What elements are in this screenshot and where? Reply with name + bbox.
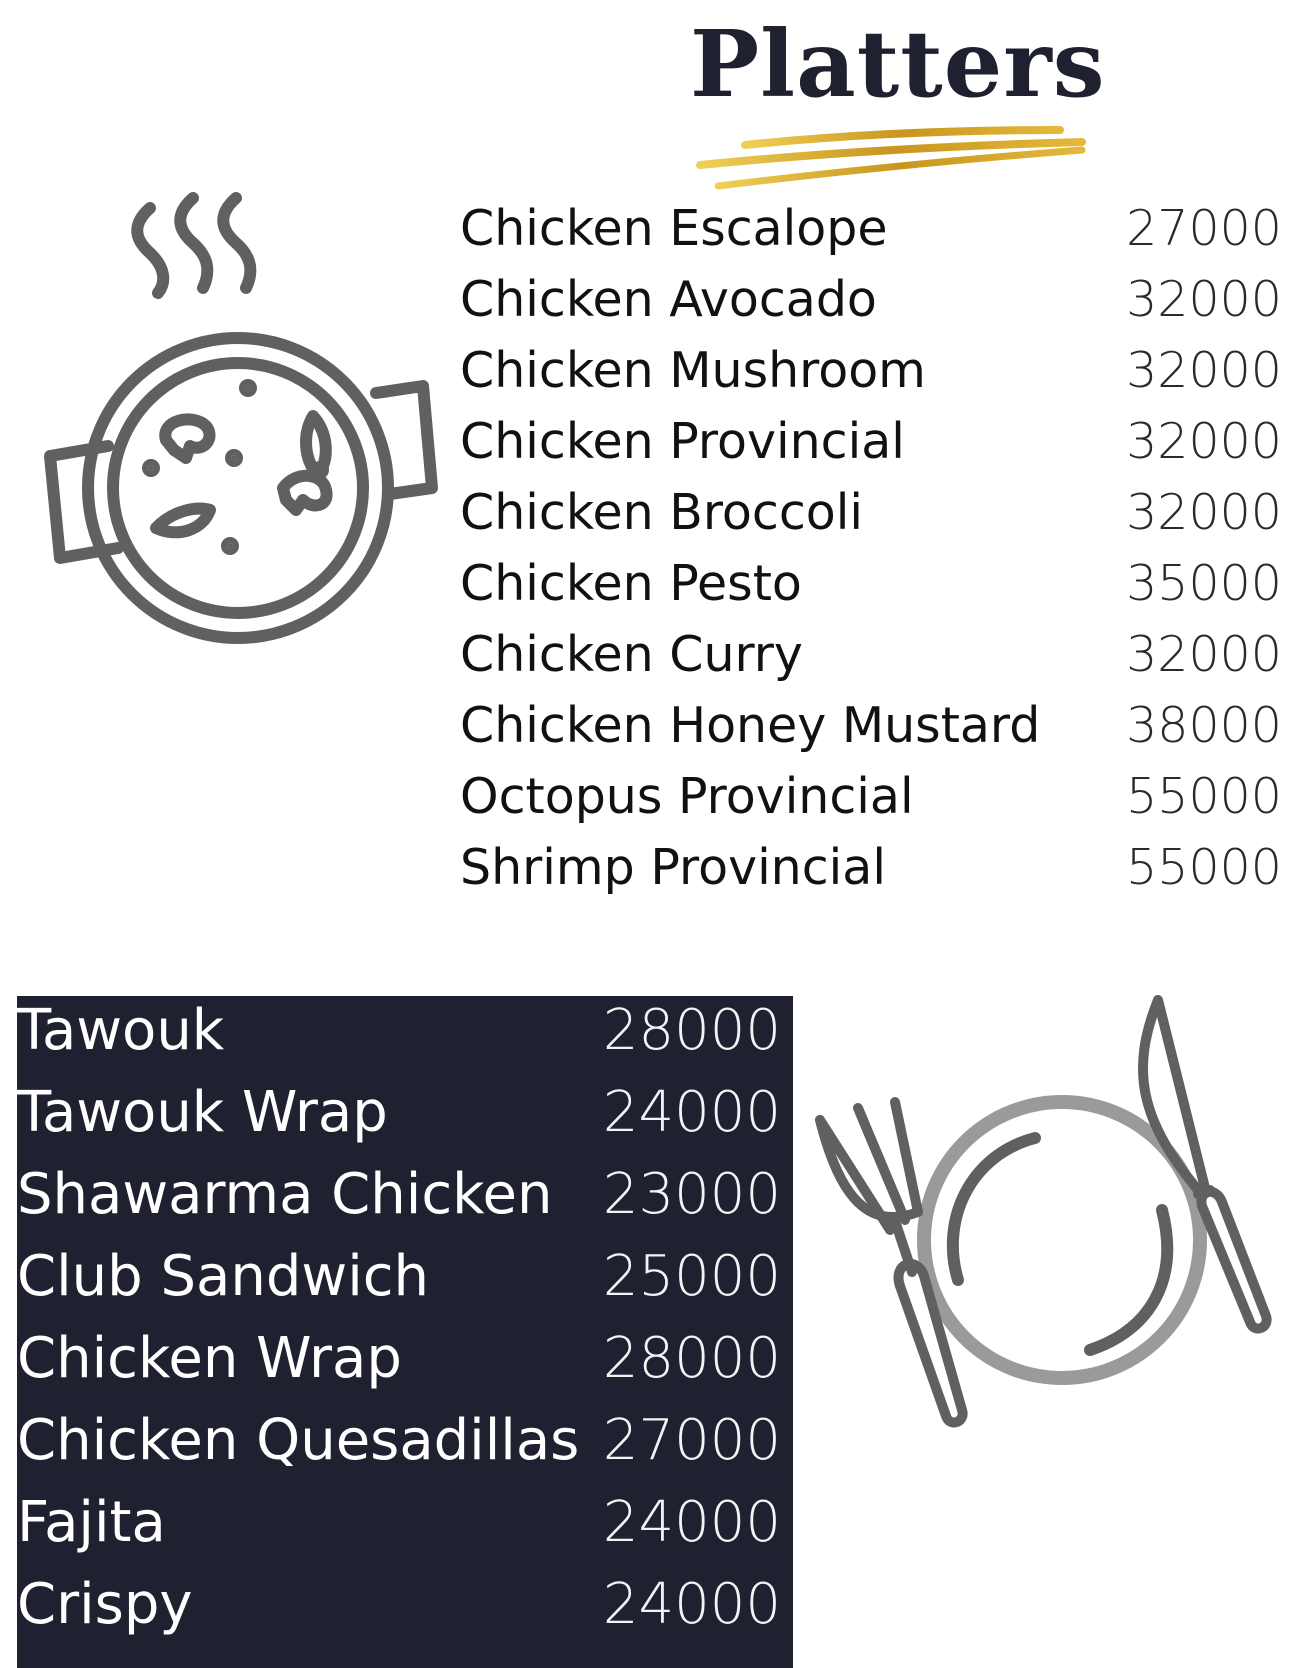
plate-fork-knife-icon (815, 995, 1272, 1428)
wraps-list: Tawouk 28000 Tawouk Wrap 24000 Shawarma Ch… (17, 998, 781, 1654)
item-name: Shrimp Provincial (460, 839, 886, 896)
item-price: 27000 (602, 1408, 781, 1473)
list-item: Chicken Provincial 32000 (460, 413, 1282, 484)
page-title: Platters (690, 10, 1106, 118)
item-price: 32000 (1126, 342, 1282, 399)
item-name: Tawouk Wrap (17, 1080, 388, 1145)
item-price: 23000 (602, 1162, 781, 1227)
item-name: Chicken Escalope (460, 200, 888, 257)
item-price: 32000 (1126, 271, 1282, 328)
list-item: Shawarma Chicken 23000 (17, 1162, 781, 1244)
item-name: Chicken Wrap (17, 1326, 402, 1391)
item-name: Chicken Provincial (460, 413, 905, 470)
item-name: Club Sandwich (17, 1244, 430, 1309)
item-name: Chicken Quesadillas (17, 1408, 580, 1473)
list-item: Tawouk 28000 (17, 998, 781, 1080)
item-price: 28000 (602, 1326, 781, 1391)
item-name: Octopus Provincial (460, 768, 914, 825)
list-item: Crispy 24000 (17, 1572, 781, 1654)
item-name: Tawouk (17, 998, 225, 1063)
item-price: 32000 (1126, 413, 1282, 470)
list-item: Chicken Escalope 27000 (460, 200, 1282, 271)
list-item: Chicken Curry 32000 (460, 626, 1282, 697)
item-price: 25000 (602, 1244, 781, 1309)
gold-underline-decoration (696, 126, 1086, 190)
item-name: Chicken Mushroom (460, 342, 926, 399)
item-name: Chicken Curry (460, 626, 803, 683)
item-name: Fajita (17, 1490, 166, 1555)
list-item: Chicken Wrap 28000 (17, 1326, 781, 1408)
list-item: Tawouk Wrap 24000 (17, 1080, 781, 1162)
item-price: 32000 (1126, 484, 1282, 541)
list-item: Club Sandwich 25000 (17, 1244, 781, 1326)
item-price: 27000 (1126, 200, 1282, 257)
item-name: Chicken Honey Mustard (460, 697, 1041, 754)
item-name: Shawarma Chicken (17, 1162, 553, 1227)
item-name: Chicken Broccoli (460, 484, 863, 541)
item-price: 24000 (602, 1080, 781, 1145)
item-price: 35000 (1126, 555, 1282, 612)
list-item: Fajita 24000 (17, 1490, 781, 1572)
steaming-pot-icon (44, 192, 438, 644)
item-price: 32000 (1126, 626, 1282, 683)
item-name: Chicken Pesto (460, 555, 802, 612)
list-item: Chicken Broccoli 32000 (460, 484, 1282, 555)
item-name: Crispy (17, 1572, 193, 1637)
list-item: Chicken Quesadillas 27000 (17, 1408, 781, 1490)
platters-list: Chicken Escalope 27000 Chicken Avocado 320… (460, 200, 1282, 910)
menu-page: Platters Chicken Escalope 27000 Chicken … (0, 0, 1292, 1668)
item-price: 55000 (1126, 839, 1282, 896)
item-price: 24000 (602, 1572, 781, 1637)
list-item: Chicken Mushroom 32000 (460, 342, 1282, 413)
list-item: Chicken Avocado 32000 (460, 271, 1282, 342)
item-name: Chicken Avocado (460, 271, 877, 328)
list-item: Shrimp Provincial 55000 (460, 839, 1282, 910)
item-price: 38000 (1126, 697, 1282, 754)
item-price: 28000 (602, 998, 781, 1063)
list-item: Octopus Provincial 55000 (460, 768, 1282, 839)
item-price: 24000 (602, 1490, 781, 1555)
list-item: Chicken Honey Mustard 38000 (460, 697, 1282, 768)
list-item: Chicken Pesto 35000 (460, 555, 1282, 626)
item-price: 55000 (1126, 768, 1282, 825)
